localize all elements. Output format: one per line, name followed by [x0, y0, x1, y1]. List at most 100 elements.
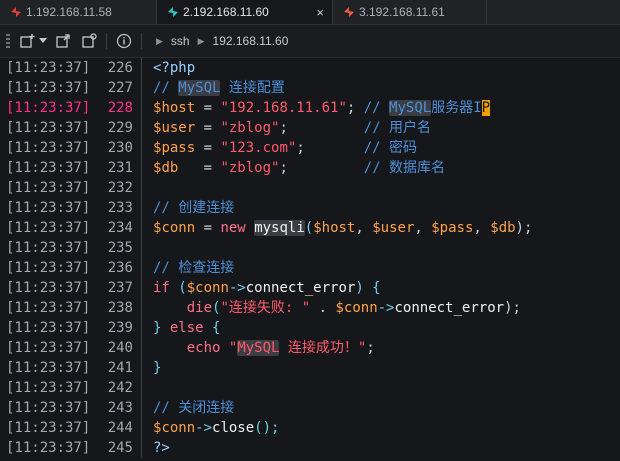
code-token: // 密码 [363, 140, 418, 156]
tab-bar: 1.192.168.11.58 2.192.168.11.60 × 3.192.… [0, 0, 620, 25]
tab-session-3[interactable]: 3.192.168.11.61 [333, 0, 487, 24]
code-token: // 用户名 [363, 120, 432, 136]
line-timestamp: [11:23:37] [6, 140, 91, 156]
tab-session-2[interactable]: 2.192.168.11.60 × [157, 0, 333, 24]
code-line: [11:23:37] 227 // MySQL 连接配置 [0, 78, 620, 98]
code-token: ) { [355, 280, 381, 296]
tab-label: 3.192.168.11.61 [359, 5, 445, 19]
new-session-icon[interactable] [16, 30, 38, 52]
close-icon[interactable]: × [316, 5, 324, 20]
code-token: connect_error [394, 300, 505, 316]
code-token: // 关闭连接 [153, 400, 235, 416]
drag-handle-icon[interactable] [6, 34, 12, 48]
breadcrumb-host[interactable]: 192.168.11.60 [213, 34, 289, 48]
line-code: } else { [153, 318, 620, 338]
line-code: echo "MySQL 连接成功！"; [153, 338, 620, 358]
code-token: (); [254, 420, 280, 436]
line-number: 226 [107, 60, 133, 76]
code-token: MySQL [237, 340, 280, 356]
code-token: ( [304, 220, 314, 236]
line-code: $conn->close(); [153, 418, 620, 438]
chevron-down-icon[interactable] [38, 30, 48, 52]
line-code: // MySQL 连接配置 [153, 78, 620, 98]
line-code: // 创建连接 [153, 198, 620, 218]
code-line: [11:23:37] 244 $conn->close(); [0, 418, 620, 438]
line-code: } [153, 358, 620, 378]
line-number: 240 [107, 340, 133, 356]
line-timestamp: [11:23:37] [6, 80, 91, 96]
code-editor[interactable]: [11:23:37] 226 <?php [11:23:37] 227 // MySQL … [0, 58, 620, 461]
info-icon[interactable] [113, 30, 135, 52]
tab-session-1[interactable]: 1.192.168.11.58 [0, 0, 157, 24]
code-token: db [161, 160, 179, 176]
line-code: if ($conn->connect_error) { [153, 278, 620, 298]
code-token: mysqli [254, 220, 305, 236]
code-token: pass [161, 140, 196, 156]
code-token: // [363, 100, 390, 116]
breadcrumb-protocol[interactable]: ssh [171, 34, 190, 48]
code-token: , [355, 220, 373, 236]
code-token: connect_error [245, 280, 356, 296]
code-token: new [220, 220, 246, 236]
line-number: 242 [107, 380, 133, 396]
code-token: ); [515, 220, 533, 236]
code-line: [11:23:37] 243 // 关闭连接 [0, 398, 620, 418]
line-timestamp: [11:23:37] [6, 100, 91, 116]
code-token: ; [366, 340, 375, 356]
line-timestamp: [11:23:37] [6, 60, 91, 76]
line-code: $host = "192.168.11.61"; // MySQL服务器IP [153, 98, 620, 118]
gutter-divider [141, 58, 142, 78]
code-token: 连接成功！" [279, 340, 367, 356]
code-token: = [195, 140, 221, 156]
code-token: "192.168.11.61" [220, 100, 347, 116]
code-token: // [153, 80, 179, 96]
gutter-divider [141, 318, 142, 338]
code-token: -> [228, 280, 246, 296]
line-timestamp: [11:23:37] [6, 160, 91, 176]
code-token: -> [377, 300, 395, 316]
code-token: db [498, 220, 516, 236]
code-token: $ [372, 220, 381, 236]
line-number: 241 [107, 360, 133, 376]
code-token: <?php [153, 60, 196, 76]
code-line: [11:23:37] 232 [0, 178, 620, 198]
toolbar-divider [141, 33, 142, 49]
code-token: P [481, 100, 491, 116]
line-number: 229 [107, 120, 133, 136]
line-number: 243 [107, 400, 133, 416]
line-timestamp: [11:23:37] [6, 200, 91, 216]
code-token: ); [504, 300, 521, 316]
code-token: if [153, 280, 170, 296]
line-number: 239 [107, 320, 133, 336]
line-code: ?> [153, 438, 620, 458]
line-timestamp: [11:23:37] [6, 440, 91, 456]
gutter-divider [141, 398, 142, 418]
bolt-icon [167, 6, 179, 18]
gutter-divider [141, 158, 142, 178]
line-number: 236 [107, 260, 133, 276]
code-token: = [195, 100, 221, 116]
detach-icon[interactable] [52, 30, 74, 52]
line-timestamp: [11:23:37] [6, 360, 91, 376]
code-token: conn [161, 420, 196, 436]
bolt-icon [343, 6, 355, 18]
code-line: [11:23:37] 239} else { [0, 318, 620, 338]
line-timestamp: [11:23:37] [6, 260, 91, 276]
gutter-divider [141, 118, 142, 138]
gutter-divider [141, 438, 142, 458]
code-line: [11:23:37] 235 [0, 238, 620, 258]
reconnect-icon[interactable] [78, 30, 100, 52]
code-token: "zblog" [220, 120, 280, 136]
code-token: host [161, 100, 196, 116]
line-number: 234 [107, 220, 133, 236]
gutter-divider [141, 378, 142, 398]
line-code: $user = "zblog"; // 用户名 [153, 118, 620, 138]
gutter-divider [141, 278, 142, 298]
line-number: 230 [107, 140, 133, 156]
code-token: { [203, 320, 221, 336]
gutter-divider [141, 298, 142, 318]
line-number: 232 [107, 180, 133, 196]
code-line: [11:23:37] 230 $pass = "123.com"; // 密码 [0, 138, 620, 158]
